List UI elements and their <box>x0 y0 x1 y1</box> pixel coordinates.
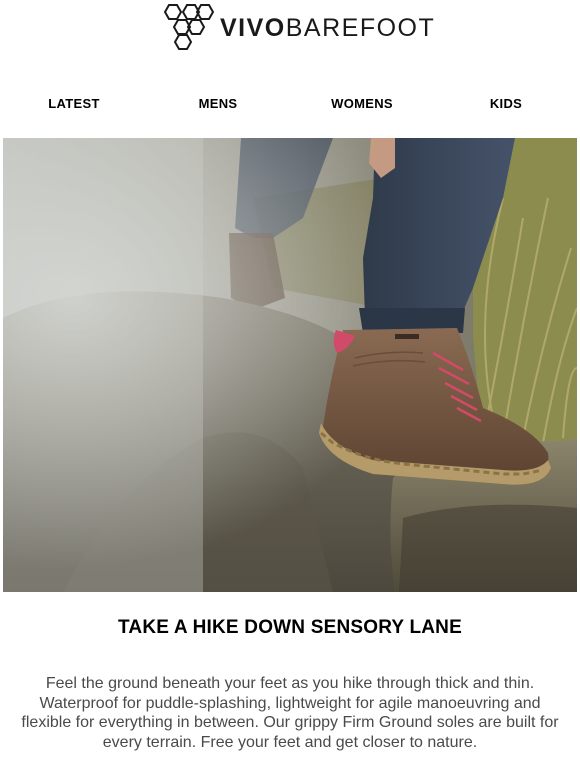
honeycomb-logo-icon <box>163 4 214 50</box>
email-header: VIVOBAREFOOT <box>0 0 580 60</box>
body-copy: Feel the ground beneath your feet as you… <box>21 675 559 751</box>
headline: TAKE A HIKE DOWN SENSORY LANE <box>118 617 462 638</box>
nav-item-kids[interactable]: KIDS <box>490 96 522 111</box>
brand-logo[interactable]: VIVOBAREFOOT <box>160 3 435 51</box>
nav-item-latest[interactable]: LATEST <box>48 96 99 111</box>
brand-wordmark: VIVOBAREFOOT <box>220 13 436 42</box>
hiker-boot-on-rock-photo <box>3 138 577 592</box>
main-nav: LATEST MENS WOMENS KIDS <box>0 96 580 118</box>
nav-item-mens[interactable]: MENS <box>199 96 238 111</box>
brand-name-bold: VIVO <box>220 13 286 42</box>
hero-image[interactable] <box>3 138 577 592</box>
brand-name-light: BAREFOOT <box>285 13 436 42</box>
nav-item-womens[interactable]: WOMENS <box>331 96 393 111</box>
